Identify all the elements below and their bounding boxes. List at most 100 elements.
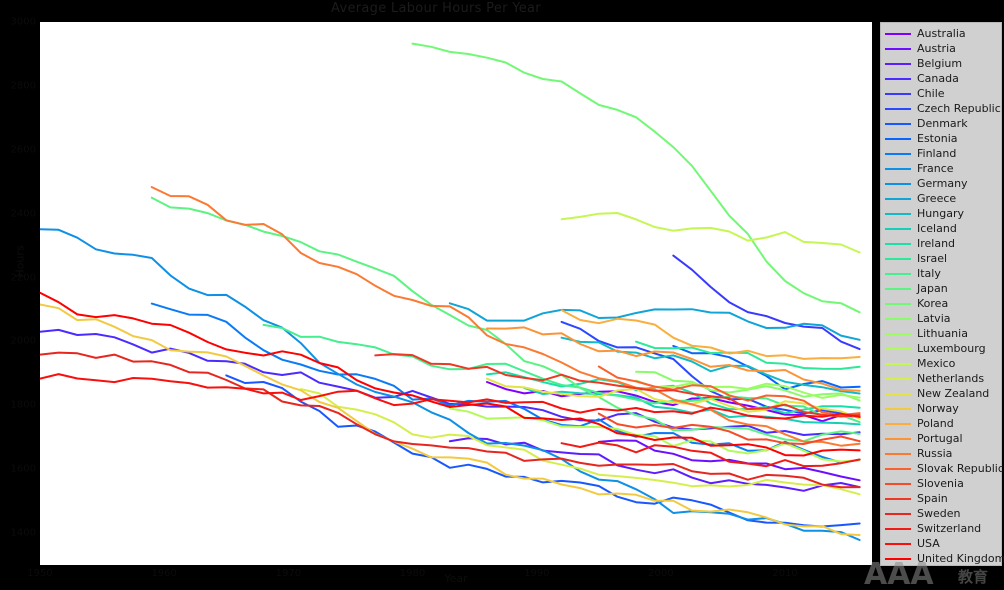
legend-color-swatch — [885, 92, 911, 95]
x-tick-label: 1970 — [275, 568, 302, 579]
legend-color-swatch — [885, 497, 911, 500]
legend-item-label: Denmark — [917, 117, 968, 130]
legend-color-swatch — [885, 332, 911, 335]
legend-item[interactable]: Belgium — [881, 56, 1001, 71]
legend-item-label: Italy — [917, 267, 941, 280]
legend-color-swatch — [885, 407, 911, 410]
legend-color-swatch — [885, 257, 911, 260]
legend-item-label: USA — [917, 537, 940, 550]
legend-item[interactable]: Italy — [881, 266, 1001, 281]
legend-color-swatch — [885, 542, 911, 545]
y-tick-label: 2800 — [10, 80, 36, 92]
legend-color-swatch — [885, 467, 911, 470]
legend-item[interactable]: Korea — [881, 296, 1001, 311]
y-tick-label: 3000 — [10, 16, 36, 28]
legend-color-swatch — [885, 482, 911, 485]
legend-item-label: Belgium — [917, 57, 963, 70]
legend-color-swatch — [885, 212, 911, 215]
y-tick-label: 2600 — [10, 144, 36, 156]
y-tick-label: 1600 — [10, 463, 36, 475]
legend-item[interactable]: Spain — [881, 491, 1001, 506]
legend-item-label: Australia — [917, 27, 966, 40]
legend-item-label: Germany — [917, 177, 968, 190]
legend-item[interactable]: Slovak Republic — [881, 461, 1004, 476]
legend-item[interactable]: Slovenia — [881, 476, 1001, 491]
legend-item-label: Japan — [917, 282, 948, 295]
legend-item[interactable]: Denmark — [881, 116, 1001, 131]
chart-title: Average Labour Hours Per Year — [331, 1, 541, 16]
legend-item-label: Spain — [917, 492, 948, 505]
legend-color-swatch — [885, 272, 911, 275]
watermark-cjk-text: 教育 — [957, 568, 988, 586]
legend-color-swatch — [885, 77, 911, 80]
legend-color-swatch — [885, 122, 911, 125]
series-line — [560, 212, 861, 254]
chart-legend: Australia Austria Belgium Canada Chile Czech … — [880, 22, 1004, 566]
legend-item[interactable]: Sweden — [881, 506, 1001, 521]
legend-item[interactable]: Austria — [881, 41, 1001, 56]
legend-item[interactable]: Israel — [881, 251, 1001, 266]
legend-item[interactable]: USA — [881, 536, 1001, 551]
legend-item[interactable]: Chile — [881, 86, 1001, 101]
legend-item[interactable]: Germany — [881, 176, 1001, 191]
legend-item[interactable]: Japan — [881, 281, 1001, 296]
x-tick-label: 1950 — [27, 568, 53, 579]
legend-item-label: Greece — [917, 192, 957, 205]
legend-item[interactable]: Greece — [881, 191, 1001, 206]
legend-item[interactable]: Portugal — [881, 431, 1001, 446]
legend-item-label: Slovak Republic — [917, 462, 1004, 475]
legend-item[interactable]: Estonia — [881, 131, 1001, 146]
legend-item[interactable]: Poland — [881, 416, 1001, 431]
legend-item[interactable]: Lithuania — [881, 326, 1001, 341]
y-axis-label: Hours — [13, 245, 27, 278]
legend-item-label: Portugal — [917, 432, 963, 445]
legend-item[interactable]: France — [881, 161, 1001, 176]
legend-item[interactable]: Czech Republic — [881, 101, 1001, 116]
plot-lines-svg — [40, 42, 861, 541]
legend-item[interactable]: Finland — [881, 146, 1001, 161]
legend-item-label: Poland — [917, 417, 954, 430]
legend-item[interactable]: Latvia — [881, 311, 1001, 326]
series-line — [411, 42, 861, 314]
legend-color-swatch — [885, 107, 911, 110]
legend-item-label: Chile — [917, 87, 945, 100]
plot-area — [40, 22, 872, 565]
x-tick-label: 2000 — [648, 568, 674, 579]
legend-item[interactable]: Switzerland — [881, 521, 1001, 536]
legend-item[interactable]: Iceland — [881, 221, 1001, 236]
legend-color-swatch — [885, 317, 911, 320]
legend-item-label: Netherlands — [917, 372, 985, 385]
series-line — [597, 412, 861, 445]
legend-item-label: United Kingdom — [917, 552, 1004, 565]
y-tick-label: 2400 — [10, 208, 36, 220]
legend-item[interactable]: Russia — [881, 446, 1001, 461]
y-tick-label: 2000 — [10, 335, 36, 347]
legend-item-label: Switzerland — [917, 522, 982, 535]
legend-item-label: Czech Republic — [917, 102, 1001, 115]
legend-item-label: Israel — [917, 252, 948, 265]
legend-item[interactable]: Luxembourg — [881, 341, 1001, 356]
legend-item-label: Korea — [917, 297, 949, 310]
legend-item-label: Sweden — [917, 507, 961, 520]
legend-item[interactable]: Norway — [881, 401, 1001, 416]
legend-item-label: Lithuania — [917, 327, 968, 340]
legend-item-label: Mexico — [917, 357, 956, 370]
legend-item[interactable]: United Kingdom — [881, 551, 1004, 566]
legend-color-swatch — [885, 392, 911, 395]
y-tick-label: 1400 — [10, 527, 36, 539]
legend-color-swatch — [885, 347, 911, 350]
legend-item[interactable]: Mexico — [881, 356, 1001, 371]
legend-item[interactable]: Ireland — [881, 236, 1001, 251]
legend-item[interactable]: Australia — [881, 26, 1001, 41]
legend-item-label: New Zealand — [917, 387, 990, 400]
legend-item[interactable]: Hungary — [881, 206, 1001, 221]
legend-color-swatch — [885, 167, 911, 170]
legend-color-swatch — [885, 422, 911, 425]
legend-item[interactable]: New Zealand — [881, 386, 1001, 401]
legend-item[interactable]: Canada — [881, 71, 1001, 86]
legend-item-label: France — [917, 162, 954, 175]
legend-color-swatch — [885, 452, 911, 455]
legend-item-label: Finland — [917, 147, 957, 160]
legend-color-swatch — [885, 302, 911, 305]
legend-item[interactable]: Netherlands — [881, 371, 1001, 386]
